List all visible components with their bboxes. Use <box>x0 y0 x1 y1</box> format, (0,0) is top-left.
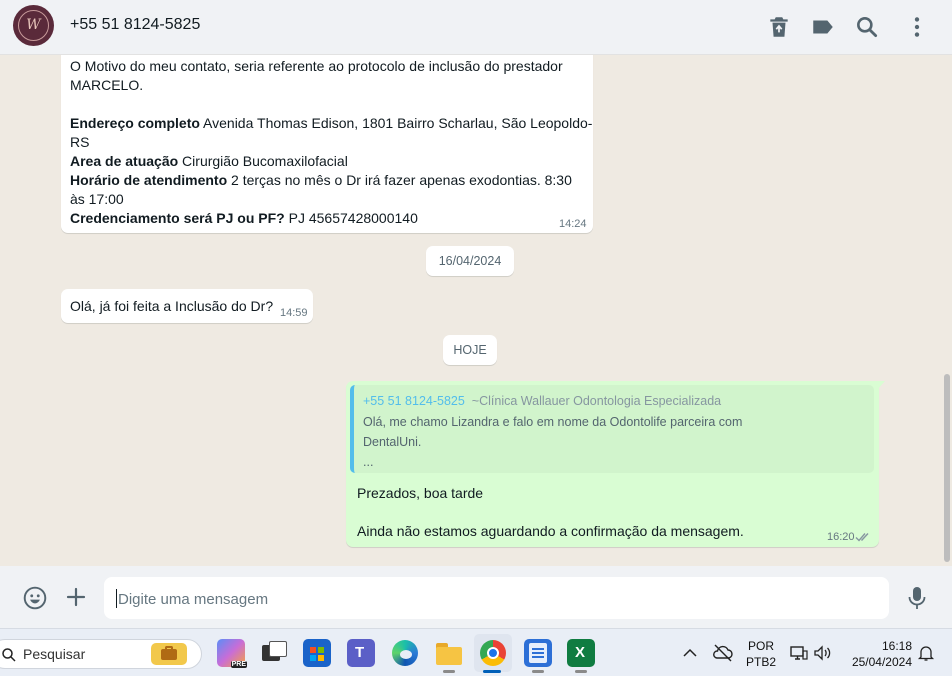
value-text: PJ 45657428000140 <box>284 210 418 226</box>
message-input-wrapper <box>104 577 889 621</box>
bold-label: Horário de atendimento <box>70 172 228 188</box>
incoming-message[interactable]: Olá, já foi feita a Inclusão do Dr? 14:5… <box>61 289 313 323</box>
teams-icon[interactable]: T <box>347 639 375 667</box>
file-explorer-icon[interactable] <box>435 639 463 667</box>
windows-taskbar: Pesquisar PRE T X POR PTB2 16:18 25/04/2… <box>0 628 952 676</box>
cloud-offline-icon[interactable] <box>712 643 734 663</box>
microphone-icon[interactable] <box>906 585 928 611</box>
quote-text: Olá, me chamo Lizandra e falo em nome da… <box>363 415 743 429</box>
contact-name[interactable]: +55 51 8124-5825 <box>70 16 200 34</box>
date-separator-today: HOJE <box>443 335 497 365</box>
message-time: 16:20 <box>827 531 855 543</box>
volume-icon[interactable] <box>813 644 833 662</box>
message-text: Area de atuação Cirurgião Bucomaxilofaci… <box>70 153 348 169</box>
task-view-icon[interactable] <box>259 639 287 667</box>
chevron-up-icon[interactable] <box>682 646 698 660</box>
more-vertical-icon[interactable] <box>904 14 930 40</box>
quote-author: +55 51 8124-5825 <box>363 394 465 408</box>
message-input[interactable] <box>116 577 880 621</box>
app-running-indicator <box>575 670 587 673</box>
message-text: às 17:00 <box>70 191 124 207</box>
search-icon[interactable] <box>854 14 880 40</box>
briefcase-icon <box>151 643 187 665</box>
delete-icon[interactable] <box>766 14 792 40</box>
copilot-icon[interactable]: PRE <box>217 639 247 668</box>
taskbar-search[interactable]: Pesquisar <box>0 639 202 669</box>
message-time: 14:24 <box>559 218 587 230</box>
network-icon[interactable] <box>789 644 809 662</box>
excel-icon[interactable]: X <box>567 639 595 667</box>
message-text: Prezados, boa tarde <box>357 485 484 501</box>
taskbar-search-label: Pesquisar <box>23 646 86 662</box>
message-text: MARCELO. <box>70 77 144 93</box>
quote-org: ~Clínica Wallauer Odontologia Especializ… <box>471 394 722 408</box>
notepad-icon[interactable] <box>524 639 552 667</box>
double-check-icon <box>855 533 869 542</box>
clinic-logo-icon: W <box>18 10 49 41</box>
app-running-indicator <box>443 670 455 673</box>
quote-header: +55 51 8124-5825 ~Clínica Wallauer Odont… <box>363 394 721 408</box>
label-icon[interactable] <box>810 14 836 40</box>
quote-text: ... <box>363 455 374 469</box>
chat-scrollbar[interactable] <box>944 374 950 562</box>
text-caret <box>116 589 117 608</box>
chat-header: W +55 51 8124-5825 <box>0 0 952 55</box>
bold-label: Endereço completo <box>70 115 200 131</box>
bubble-tail <box>873 381 885 390</box>
message-list[interactable]: O Motivo do meu contato, seria referente… <box>0 55 952 566</box>
chrome-icon[interactable] <box>479 639 507 667</box>
message-text: Olá, já foi feita a Inclusão do Dr? <box>70 298 274 314</box>
message-text: Credenciamento será PJ ou PF? PJ 4565742… <box>70 210 418 226</box>
app-active-indicator <box>483 670 501 673</box>
message-time: 14:59 <box>280 307 308 319</box>
notification-bell-icon[interactable] <box>917 644 935 662</box>
value-text: 2 terças no mês o Dr irá fazer apenas ex… <box>227 172 572 188</box>
message-text: RS <box>70 134 90 150</box>
message-text: O Motivo do meu contato, seria referente… <box>70 58 563 74</box>
plus-icon[interactable] <box>64 585 88 609</box>
outgoing-message[interactable]: +55 51 8124-5825 ~Clínica Wallauer Odont… <box>346 381 879 547</box>
message-text: Endereço completo Avenida Thomas Edison,… <box>70 115 592 131</box>
message-text: Ainda não estamos aguardando a confirmaç… <box>357 523 744 539</box>
quoted-message[interactable]: +55 51 8124-5825 ~Clínica Wallauer Odont… <box>350 385 874 473</box>
message-composer <box>0 566 952 628</box>
value-text: Cirurgião Bucomaxilofacial <box>178 153 348 169</box>
message-text: Horário de atendimento 2 terças no mês o… <box>70 172 572 188</box>
input-language[interactable]: POR <box>744 639 778 653</box>
clock-date[interactable]: 25/04/2024 <box>840 655 912 669</box>
date-separator: 16/04/2024 <box>426 246 514 276</box>
emoji-icon[interactable] <box>22 585 48 611</box>
incoming-message[interactable]: O Motivo do meu contato, seria referente… <box>61 55 593 233</box>
microsoft-store-icon[interactable] <box>303 639 331 667</box>
bold-label: Area de atuação <box>70 153 179 169</box>
quote-text: DentalUni. <box>363 435 422 449</box>
contact-avatar[interactable]: W <box>13 5 54 46</box>
keyboard-layout[interactable]: PTB2 <box>744 655 778 669</box>
clock-time[interactable]: 16:18 <box>846 639 912 653</box>
value-text: Avenida Thomas Edison, 1801 Bairro Schar… <box>199 115 593 131</box>
app-running-indicator <box>532 670 544 673</box>
bold-label: Credenciamento será PJ ou PF? <box>70 210 285 226</box>
edge-icon[interactable] <box>391 639 419 667</box>
search-icon <box>2 648 16 662</box>
